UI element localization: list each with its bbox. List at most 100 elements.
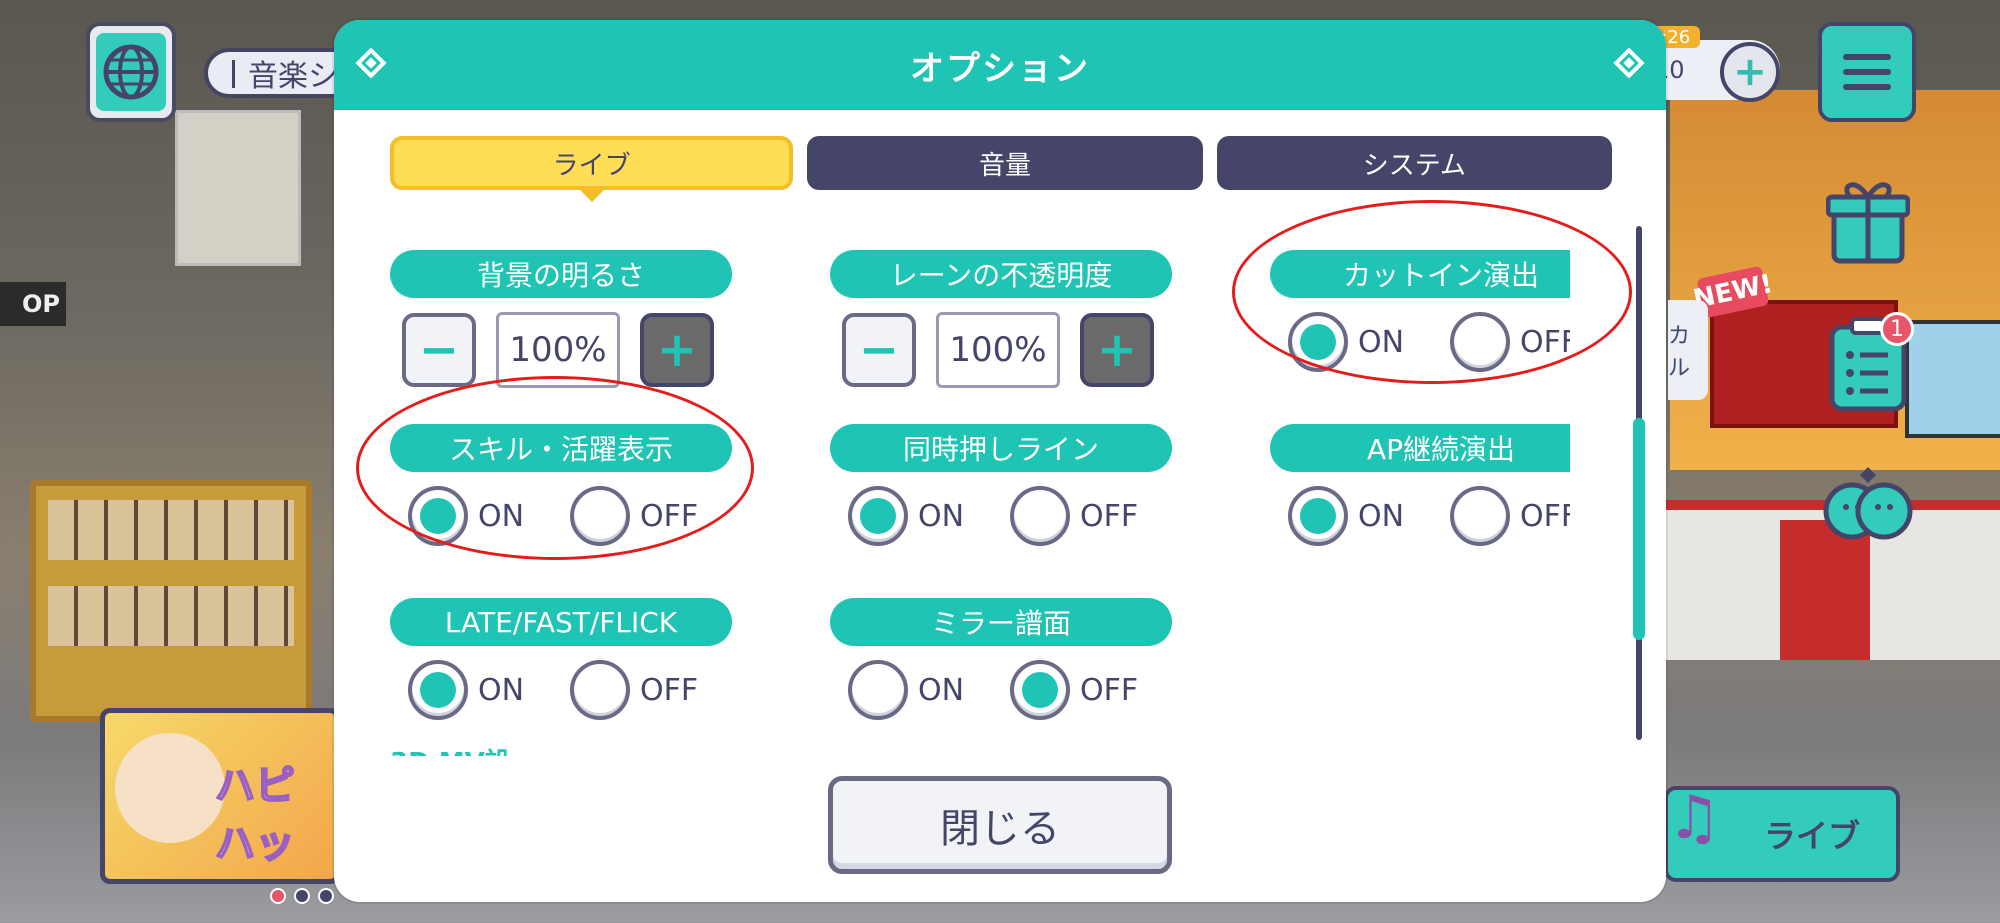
radio-circle	[1288, 312, 1348, 372]
add-currency-button[interactable]: +	[1720, 42, 1780, 102]
radio-label: ON	[1358, 498, 1405, 534]
menu-button[interactable]	[1818, 22, 1916, 122]
skill-display-radio-group: ON OFF	[408, 486, 732, 546]
tab-bar: ライブ 音量 システム	[390, 136, 1612, 202]
setting-label: スキル・活躍表示	[390, 424, 732, 472]
settings-list: 背景の明るさ − 100% + レーンの不透明度 − 100% + カットイン演…	[390, 226, 1570, 756]
setting-label: LATE/FAST/FLICK	[390, 598, 732, 646]
menu-icon	[1843, 54, 1891, 60]
background-monitor	[1905, 320, 2000, 438]
menu-icon-bar	[1843, 84, 1891, 90]
setting-label: 同時押しライン	[830, 424, 1172, 472]
background-poster	[175, 110, 301, 266]
music-note-icon: ♫	[1667, 783, 1721, 853]
mirror-radio-group: ON OFF	[848, 660, 1172, 720]
radio-label: ON	[478, 498, 525, 534]
radio-label: ON	[478, 672, 525, 708]
brightness-decrease-button[interactable]: −	[402, 313, 476, 387]
mirror-off-radio[interactable]: OFF	[1010, 660, 1172, 720]
radio-circle	[1010, 660, 1070, 720]
radio-label: OFF	[1520, 324, 1570, 360]
setting-label: 背景の明るさ	[390, 250, 732, 298]
radio-circle	[570, 486, 630, 546]
radio-circle	[1010, 486, 1070, 546]
pagination-dot	[270, 888, 286, 904]
ap-continue-radio-group: ON OFF	[1288, 486, 1570, 546]
skill-display-off-radio[interactable]: OFF	[570, 486, 732, 546]
radio-label: OFF	[1080, 672, 1139, 708]
late-fast-radio-group: ON OFF	[408, 660, 732, 720]
world-map-button[interactable]	[86, 22, 176, 122]
lane-opacity-decrease-button[interactable]: −	[842, 313, 916, 387]
setting-label: カットイン演出	[1270, 250, 1570, 298]
radio-label: OFF	[640, 498, 699, 534]
lane-opacity-value: 100%	[936, 312, 1060, 388]
vocal-tab[interactable]: カル	[1668, 300, 1708, 400]
live-button-label: ライブ	[1763, 817, 1860, 855]
background-sign: OP	[0, 282, 66, 326]
mirror-on-radio[interactable]: ON	[848, 660, 1010, 720]
banner-character	[115, 733, 225, 843]
close-button[interactable]: 閉じる	[828, 776, 1172, 874]
late-fast-off-radio[interactable]: OFF	[570, 660, 732, 720]
pagination-dot	[294, 888, 310, 904]
radio-circle	[408, 660, 468, 720]
friends-icon	[1823, 467, 1913, 540]
setting-ap-continue: AP継続演出 ON OFF	[1270, 424, 1570, 546]
cutin-off-radio[interactable]: OFF	[1450, 312, 1570, 372]
setting-lane-opacity: レーンの不透明度 − 100% +	[830, 250, 1172, 388]
ap-continue-off-radio[interactable]: OFF	[1450, 486, 1570, 546]
scrollbar-thumb[interactable]	[1633, 418, 1645, 640]
tab-live[interactable]: ライブ	[390, 136, 794, 202]
radio-label: ON	[918, 498, 965, 534]
radio-label: ON	[1358, 324, 1405, 360]
late-fast-on-radio[interactable]: ON	[408, 660, 570, 720]
setting-skill-display: スキル・活躍表示 ON OFF	[390, 424, 732, 546]
setting-label: ミラー譜面	[830, 598, 1172, 646]
radio-label: ON	[918, 672, 965, 708]
lane-opacity-increase-button[interactable]: +	[1080, 313, 1154, 387]
radio-circle	[848, 486, 908, 546]
friends-button[interactable]	[1818, 455, 1918, 565]
dialog-title: オプション	[910, 48, 1090, 89]
simul-line-off-radio[interactable]: OFF	[1010, 486, 1172, 546]
menu-icon-bar	[1843, 69, 1891, 75]
globe-icon	[96, 33, 166, 111]
setting-background-brightness: 背景の明るさ − 100% +	[390, 250, 732, 388]
radio-label: OFF	[1520, 498, 1570, 534]
setting-late-fast-flick: LATE/FAST/FLICK ON OFF	[390, 598, 732, 720]
radio-circle	[408, 486, 468, 546]
banner-pagination	[270, 888, 334, 904]
banner-text: ハピ ハッ	[214, 762, 296, 868]
setting-label: AP継続演出	[1270, 424, 1570, 472]
setting-simultaneous-line: 同時押しライン ON OFF	[830, 424, 1172, 546]
radio-circle	[1450, 312, 1510, 372]
setting-label: レーンの不透明度	[830, 250, 1172, 298]
radio-circle	[1288, 486, 1348, 546]
skill-display-on-radio[interactable]: ON	[408, 486, 570, 546]
setting-cutin: カットイン演出 ON OFF	[1270, 250, 1570, 372]
options-dialog: オプション ライブ 音量 システム 背景の明るさ − 100% + レーンの不透…	[334, 20, 1666, 902]
simul-line-on-radio[interactable]: ON	[848, 486, 1010, 546]
notification-badge: 1	[1880, 312, 1914, 346]
brightness-increase-button[interactable]: +	[640, 313, 714, 387]
radio-circle	[848, 660, 908, 720]
simul-line-radio-group: ON OFF	[848, 486, 1172, 546]
radio-label: OFF	[1080, 498, 1139, 534]
brightness-stepper: − 100% +	[402, 312, 732, 388]
event-banner[interactable]: ハピ ハッ	[100, 708, 340, 884]
tab-system[interactable]: システム	[1216, 136, 1612, 190]
radio-circle	[570, 660, 630, 720]
next-section-heading: 3D MV設定	[390, 748, 520, 756]
brightness-value: 100%	[496, 312, 620, 388]
tab-volume[interactable]: 音量	[807, 136, 1203, 190]
section-label: 3D MV設定	[390, 748, 511, 756]
lane-opacity-stepper: − 100% +	[842, 312, 1172, 388]
setting-mirror: ミラー譜面 ON OFF	[830, 598, 1172, 720]
radio-label: OFF	[640, 672, 699, 708]
gift-icon	[1826, 182, 1910, 264]
ap-continue-on-radio[interactable]: ON	[1288, 486, 1450, 546]
radio-circle	[1450, 486, 1510, 546]
present-box-button[interactable]	[1818, 165, 1918, 275]
cutin-on-radio[interactable]: ON	[1288, 312, 1450, 372]
